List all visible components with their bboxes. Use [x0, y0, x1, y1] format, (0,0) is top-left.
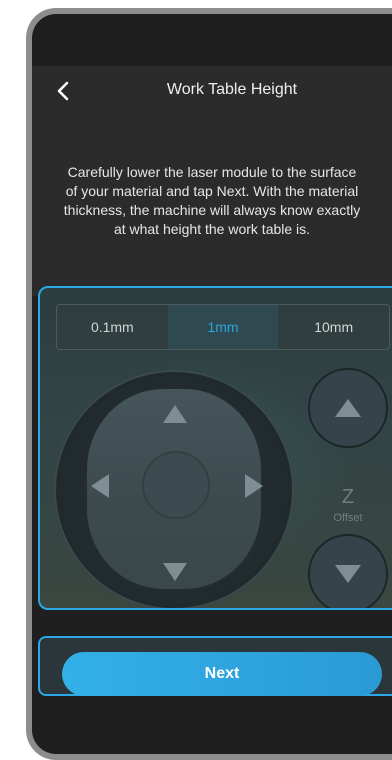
z-up-button[interactable] [308, 368, 388, 448]
xy-dpad [54, 370, 294, 608]
dpad-center-button[interactable] [144, 453, 208, 517]
instructions-panel: Carefully lower the laser module to the … [32, 116, 392, 296]
app-screen: Work Table Height Carefully lower the la… [32, 14, 392, 754]
move-right-arrow-icon[interactable] [244, 473, 264, 499]
next-button[interactable]: Next [62, 652, 382, 696]
triangle-down-icon [335, 565, 361, 583]
move-left-arrow-icon[interactable] [90, 473, 110, 499]
step-size-selector: 0.1mm 1mm 10mm [56, 304, 390, 350]
top-bar: Work Table Height [32, 66, 392, 116]
z-axis-label: Z [341, 486, 355, 508]
chevron-left-icon [57, 81, 69, 101]
instructions-text: Carefully lower the laser module to the … [63, 164, 361, 237]
jog-control-panel: 0.1mm 1mm 10mm Z Offset [38, 286, 392, 610]
move-up-arrow-icon[interactable] [162, 404, 188, 424]
page-title: Work Table Height [166, 81, 298, 98]
step-option-10mm[interactable]: 10mm [278, 305, 389, 349]
triangle-up-icon [335, 399, 361, 417]
footer-panel: Next [38, 636, 392, 696]
z-offset-label: Offset [333, 512, 363, 524]
step-option-0-1mm[interactable]: 0.1mm [57, 305, 168, 349]
z-down-button[interactable] [308, 534, 388, 608]
move-down-arrow-icon[interactable] [162, 562, 188, 582]
step-option-1mm[interactable]: 1mm [167, 305, 279, 349]
